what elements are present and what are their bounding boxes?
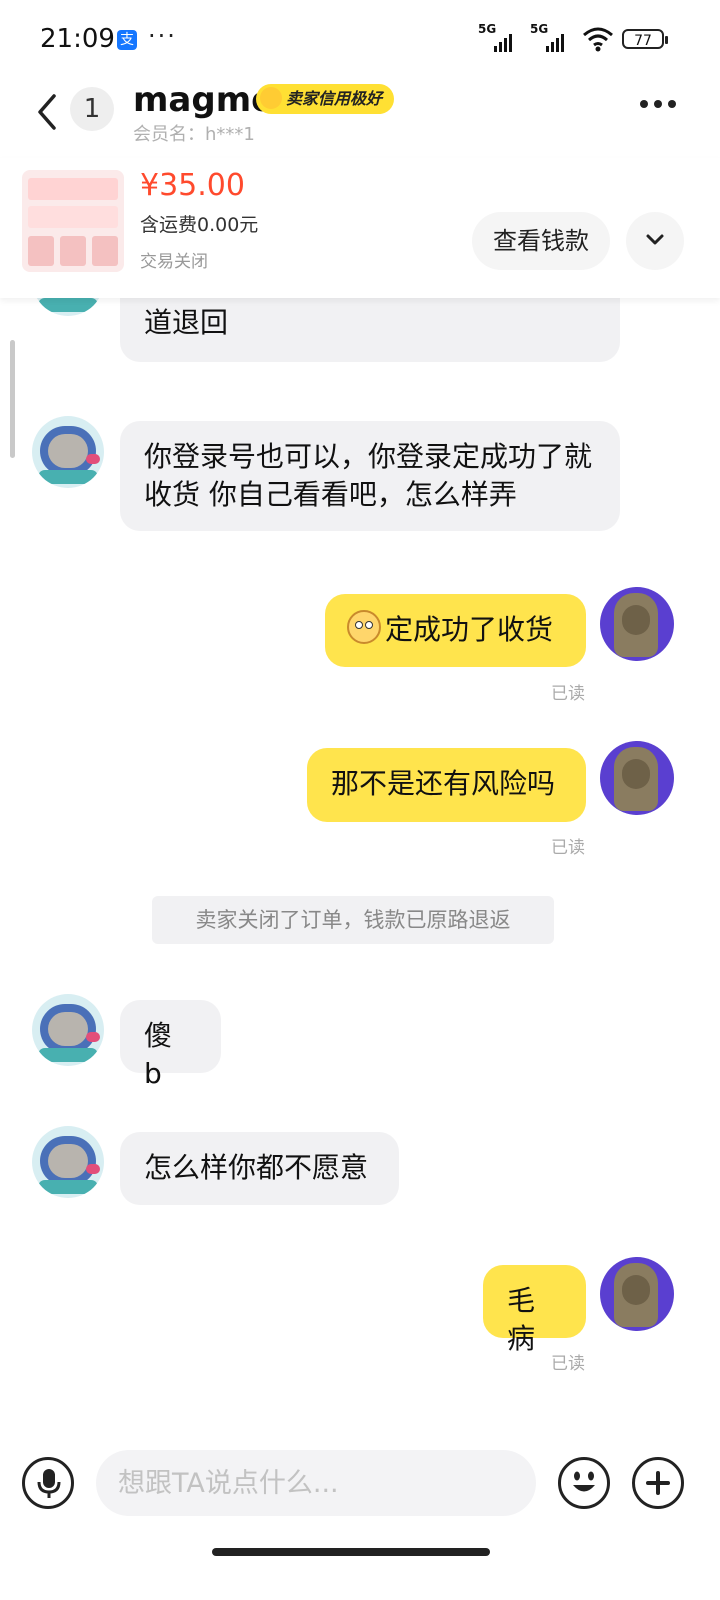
alipay-icon: 支	[117, 30, 137, 50]
credit-badge[interactable]: 卖家信用极好	[256, 84, 395, 114]
credit-badge-label: 卖家信用极好	[286, 89, 383, 108]
view-payment-button[interactable]: 查看钱款	[472, 212, 610, 270]
signal-icon: 5G	[478, 22, 522, 52]
contact-name[interactable]: magmo	[133, 80, 275, 120]
more-horizontal-icon[interactable]	[640, 100, 676, 108]
input-bar	[0, 1430, 720, 1540]
product-shipping: 含运费0.00元	[140, 214, 259, 236]
seller-avatar[interactable]	[32, 994, 104, 1066]
message-bubble[interactable]: 道退回	[120, 292, 620, 362]
read-receipt: 已读	[551, 1354, 585, 1374]
status-indicators: 5G 5G 77	[478, 22, 668, 52]
back-icon[interactable]	[34, 92, 60, 132]
message-bubble[interactable]: 傻 b	[120, 1000, 221, 1090]
voice-button[interactable]	[22, 1457, 74, 1509]
my-avatar[interactable]	[600, 741, 674, 815]
order-status: 交易关闭	[140, 252, 208, 272]
status-time: 21:09	[40, 24, 115, 54]
product-thumbnail[interactable]	[22, 170, 124, 272]
scroll-indicator[interactable]	[10, 340, 15, 458]
unread-count-badge[interactable]: 1	[70, 87, 114, 131]
read-receipt: 已读	[551, 684, 585, 704]
seller-avatar[interactable]	[32, 1126, 104, 1198]
expand-button[interactable]	[626, 212, 684, 270]
message-bubble-outgoing[interactable]: 定成功了收货	[325, 594, 586, 667]
status-bar: 21:09 支 ··· 5G 5G 77	[0, 0, 720, 80]
my-avatar[interactable]	[600, 587, 674, 661]
member-name: 会员名：h***1	[133, 124, 255, 145]
product-price: ¥35.00	[140, 168, 245, 203]
message-bubble-outgoing[interactable]: 那不是还有风险吗	[307, 748, 586, 822]
chat-header: 1 magmo 卖家信用极好 会员名：h***1	[0, 80, 720, 150]
smiley-icon	[573, 1471, 595, 1492]
more-notifications-icon: ···	[148, 22, 177, 50]
message-bubble[interactable]: 你登录号也可以，你登录定成功了就收货 你自己看看吧，怎么样弄	[120, 421, 620, 531]
signal-icon: 5G	[530, 22, 574, 52]
read-receipt: 已读	[551, 838, 585, 858]
chat-screen: 21:09 支 ··· 5G 5G 77 1 magmo 卖家信用极好 会员名：…	[0, 0, 720, 1600]
heart-eyes-icon	[260, 87, 282, 109]
chevron-down-icon	[646, 234, 664, 245]
battery-icon: 77	[622, 29, 668, 49]
product-card[interactable]: ¥35.00 含运费0.00元 交易关闭 查看钱款	[0, 158, 720, 298]
wifi-icon	[583, 27, 613, 52]
plus-button[interactable]	[632, 1457, 684, 1509]
microphone-icon	[37, 1469, 61, 1498]
message-text: 定成功了收货	[385, 613, 554, 646]
message-bubble[interactable]: 怎么样你都不愿意	[120, 1132, 399, 1205]
emoji-button[interactable]	[558, 1457, 610, 1509]
worried-face-icon	[347, 610, 381, 644]
seller-avatar[interactable]	[32, 416, 104, 488]
message-input[interactable]	[96, 1450, 536, 1516]
home-indicator[interactable]	[212, 1548, 490, 1556]
system-notice: 卖家关闭了订单，钱款已原路退返	[152, 896, 554, 944]
message-bubble-outgoing[interactable]: 毛病	[483, 1265, 586, 1355]
my-avatar[interactable]	[600, 1257, 674, 1331]
